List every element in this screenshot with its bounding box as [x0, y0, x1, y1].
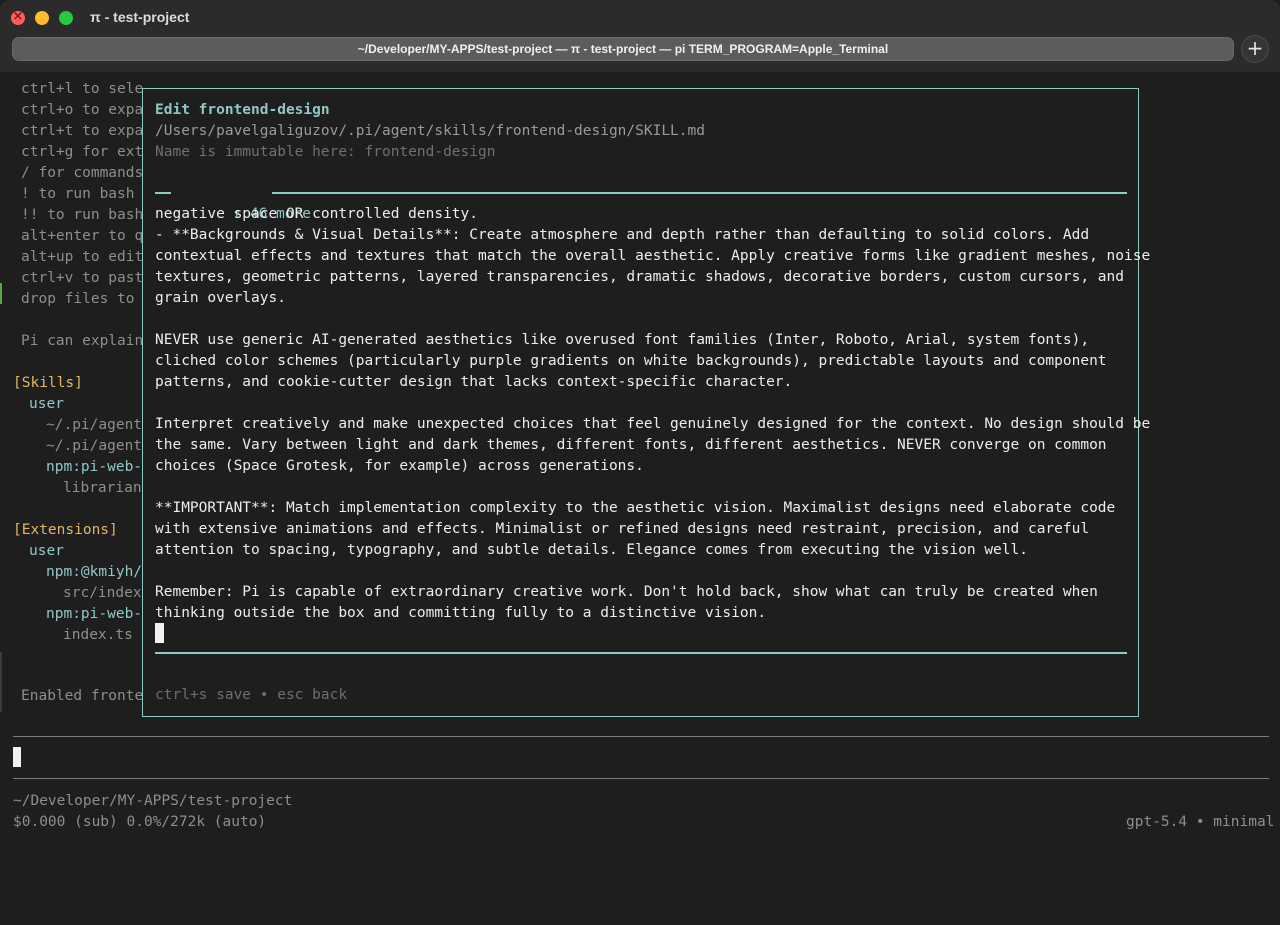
editor-line: grain overlays.: [155, 290, 286, 306]
maximize-window-button[interactable]: [59, 11, 73, 25]
hint-line: drop files to: [21, 291, 135, 307]
editor-line: the same. Vary between light and dark th…: [155, 437, 1107, 453]
editor-line: Interpret creatively and make unexpected…: [155, 416, 1151, 432]
input-cursor[interactable]: [13, 747, 21, 767]
scroll-rule-right: [272, 192, 1127, 194]
footer-usage: $0.000 (sub) 0.0%/272k (auto): [13, 814, 267, 830]
hint-line: ctrl+g for ext: [21, 144, 144, 160]
skill-item: ~/.pi/agent: [46, 417, 143, 433]
skill-item: ~/.pi/agent: [46, 438, 143, 454]
tab-title: ~/Developer/MY-APPS/test-project — π - t…: [357, 42, 889, 56]
editor-line: patterns, and cookie-cutter design that …: [155, 374, 793, 390]
editor-line: choices (Space Grotesk, for example) acr…: [155, 458, 644, 474]
hint-line: ctrl+l to sele: [21, 81, 144, 97]
editor-line: contextual effects and textures that mat…: [155, 248, 1151, 264]
title-bar: π - test-project ~/Developer/MY-APPS/tes…: [0, 0, 1280, 72]
hint-line: !! to run bash: [21, 207, 144, 223]
gutter-marker: [0, 652, 2, 712]
editor-line: cliched color schemes (particularly purp…: [155, 353, 1107, 369]
enabled-status: Enabled fronte: [21, 688, 144, 704]
input-bottom-divider: [13, 778, 1269, 779]
terminal-window: π - test-project ~/Developer/MY-APPS/tes…: [0, 0, 1280, 925]
minimize-window-button[interactable]: [35, 11, 49, 25]
hint-line: alt+enter to q: [21, 228, 144, 244]
gutter-marker: [0, 283, 2, 304]
editor-line: textures, geometric patterns, layered tr…: [155, 269, 1125, 285]
skills-header: [Skills]: [13, 375, 83, 391]
skills-user-label: user: [29, 396, 64, 412]
extensions-header: [Extensions]: [13, 522, 118, 538]
editor-line: thinking outside the box and committing …: [155, 605, 767, 621]
extension-item: src/index: [63, 585, 142, 601]
close-window-button[interactable]: [11, 9, 25, 25]
terminal-tab[interactable]: ~/Developer/MY-APPS/test-project — π - t…: [12, 37, 1234, 61]
new-tab-button[interactable]: +: [1241, 35, 1269, 63]
editor-cursor[interactable]: [155, 623, 164, 643]
editor-line: - **Backgrounds & Visual Details**: Crea…: [155, 227, 1090, 243]
window-title: π - test-project: [90, 9, 190, 25]
editor-bottom-rule: [155, 652, 1127, 654]
input-top-divider: [13, 736, 1269, 737]
hint-line: ctrl+v to past: [21, 270, 144, 286]
skill-item: librarian: [63, 480, 142, 496]
hint-line: / for commands: [21, 165, 144, 181]
skill-item: npm:pi-web-: [46, 459, 143, 475]
dialog-title: Edit frontend-design: [155, 102, 330, 118]
editor-line: with extensive animations and effects. M…: [155, 521, 1090, 537]
editor-line: NEVER use generic AI-generated aesthetic…: [155, 332, 1090, 348]
hint-line: ctrl+t to expa: [21, 123, 144, 139]
extension-item: index.ts: [63, 627, 133, 643]
extension-item: npm:pi-web-: [46, 606, 143, 622]
edit-skill-dialog[interactable]: Edit frontend-design /Users/pavelgaliguz…: [142, 88, 1150, 717]
hint-line: ! to run bash: [21, 186, 135, 202]
extension-item: npm:@kmiyh/: [46, 564, 143, 580]
explain-line: Pi can explain: [21, 333, 144, 349]
skill-file-path: /Users/pavelgaliguzov/.pi/agent/skills/f…: [155, 123, 705, 139]
editor-line: **IMPORTANT**: Match implementation comp…: [155, 500, 1116, 516]
keyboard-hint: ctrl+s save • esc back: [155, 687, 348, 703]
editor-line: negative space OR controlled density.: [155, 206, 479, 222]
hint-line: ctrl+o to expa: [21, 102, 144, 118]
name-immutable-note: Name is immutable here: frontend-design: [155, 144, 496, 160]
plus-icon: +: [1246, 36, 1264, 60]
hint-line: alt+up to edit: [21, 249, 144, 265]
extensions-user-label: user: [29, 543, 64, 559]
footer-model: gpt-5.4 • minimal: [1126, 814, 1275, 830]
footer-cwd: ~/Developer/MY-APPS/test-project: [13, 793, 293, 809]
editor-line: attention to spacing, typography, and su…: [155, 542, 1028, 558]
scroll-rule-left: [155, 192, 171, 194]
editor-line: Remember: Pi is capable of extraordinary…: [155, 584, 1098, 600]
